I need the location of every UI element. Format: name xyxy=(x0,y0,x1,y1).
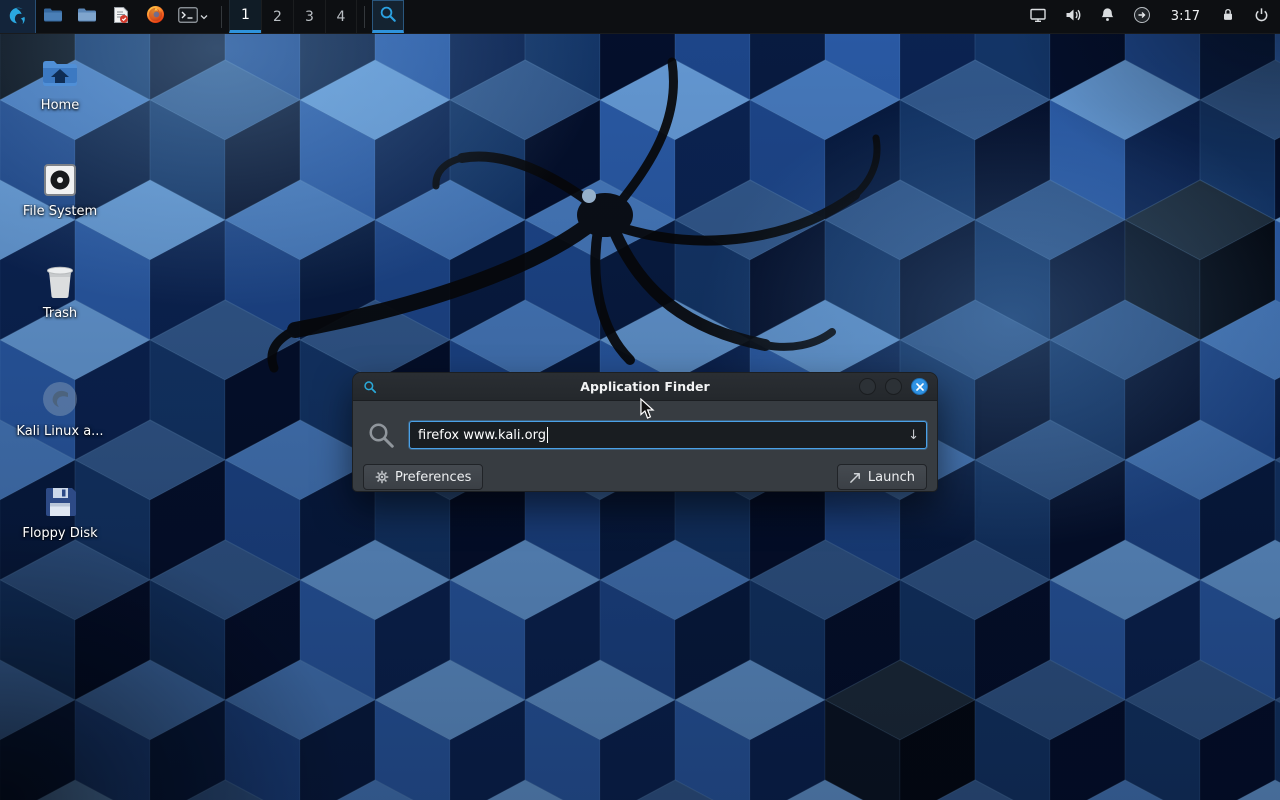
maximize-button[interactable] xyxy=(885,378,902,395)
entry-dropdown-arrow-icon[interactable]: ↓ xyxy=(908,428,919,443)
terminal-launcher[interactable] xyxy=(172,0,214,33)
desktop-icon-home[interactable]: Home xyxy=(5,58,115,113)
window-title: Application Finder xyxy=(580,379,709,394)
desktop-icon-label: File System xyxy=(5,204,115,219)
workspace-4[interactable]: 4 xyxy=(325,0,357,33)
chevron-down-icon xyxy=(200,9,208,24)
panel-separator xyxy=(221,6,222,28)
taskbar-application-finder[interactable] xyxy=(372,0,404,33)
clock-text: 3:17 xyxy=(1171,9,1200,24)
application-finder-icon xyxy=(379,5,397,27)
workspace-switcher: 1 2 3 4 xyxy=(229,0,357,33)
folder-icon xyxy=(77,7,97,27)
file-system-icon xyxy=(5,162,115,198)
display-settings-tray-button[interactable] xyxy=(1029,0,1047,33)
home-folder-icon xyxy=(5,58,115,92)
firefox-icon xyxy=(146,5,165,28)
folder-launcher[interactable] xyxy=(70,0,104,33)
terminal-icon xyxy=(178,7,198,27)
desktop-icon-label: Floppy Disk xyxy=(5,526,115,541)
kali-docs-icon xyxy=(5,380,115,418)
workspace-2[interactable]: 2 xyxy=(261,0,293,33)
preferences-button[interactable]: Preferences xyxy=(363,464,483,490)
close-icon xyxy=(916,383,924,391)
preferences-label: Preferences xyxy=(395,470,471,485)
application-finder-window: Application Finder firefox www.kali.org … xyxy=(352,372,938,492)
status-tray-button[interactable] xyxy=(1133,0,1151,33)
desktop-icon-label: Kali Linux a... xyxy=(5,424,115,439)
desktop-icon-file-system[interactable]: File System xyxy=(5,162,115,219)
workspace-4-label: 4 xyxy=(337,9,346,25)
trash-icon xyxy=(5,262,115,300)
workspace-1[interactable]: 1 xyxy=(229,0,261,33)
desktop-icon-label: Home xyxy=(5,98,115,113)
status-circle-icon xyxy=(1133,6,1151,28)
text-editor-icon xyxy=(113,6,129,28)
workspace-3[interactable]: 3 xyxy=(293,0,325,33)
power-icon xyxy=(1253,6,1270,27)
workspace-3-label: 3 xyxy=(305,9,314,25)
search-entry[interactable]: firefox www.kali.org ↓ xyxy=(409,421,927,449)
minimize-button[interactable] xyxy=(859,378,876,395)
application-finder-window-icon xyxy=(363,380,377,394)
panel-separator xyxy=(364,6,365,28)
desktop-icon-floppy-disk[interactable]: Floppy Disk xyxy=(5,484,115,541)
firefox-launcher[interactable] xyxy=(138,0,172,33)
close-button[interactable] xyxy=(911,378,928,395)
desktop-icon-trash[interactable]: Trash xyxy=(5,262,115,321)
search-icon xyxy=(363,420,399,450)
workspace-1-label: 1 xyxy=(241,7,250,23)
titlebar[interactable]: Application Finder xyxy=(353,373,937,401)
volume-tray-button[interactable] xyxy=(1064,0,1082,33)
launch-button[interactable]: Launch xyxy=(837,464,927,490)
desktop-icon-label: Trash xyxy=(5,306,115,321)
launch-label: Launch xyxy=(868,470,915,485)
kali-menu-icon xyxy=(7,4,29,30)
workspace-2-label: 2 xyxy=(273,9,282,25)
gear-icon xyxy=(375,470,389,484)
floppy-disk-icon xyxy=(5,484,115,520)
search-entry-text: firefox www.kali.org xyxy=(418,428,546,443)
clock[interactable]: 3:17 xyxy=(1171,9,1200,24)
text-caret xyxy=(547,427,548,443)
lock-icon xyxy=(1220,6,1236,27)
kali-menu-button[interactable] xyxy=(0,0,36,33)
text-editor-launcher[interactable] xyxy=(104,0,138,33)
file-manager-launcher[interactable] xyxy=(36,0,70,33)
launch-icon xyxy=(849,471,862,484)
notifications-tray-button[interactable] xyxy=(1099,0,1116,33)
desktop-icon-kali-linux[interactable]: Kali Linux a... xyxy=(5,380,115,439)
file-manager-icon xyxy=(43,7,63,27)
notifications-bell-icon xyxy=(1099,6,1116,27)
power-button[interactable] xyxy=(1253,0,1270,33)
lock-screen-button[interactable] xyxy=(1220,0,1236,33)
top-panel: 1 2 3 4 xyxy=(0,0,1280,34)
display-icon xyxy=(1029,6,1047,28)
volume-icon xyxy=(1064,6,1082,28)
